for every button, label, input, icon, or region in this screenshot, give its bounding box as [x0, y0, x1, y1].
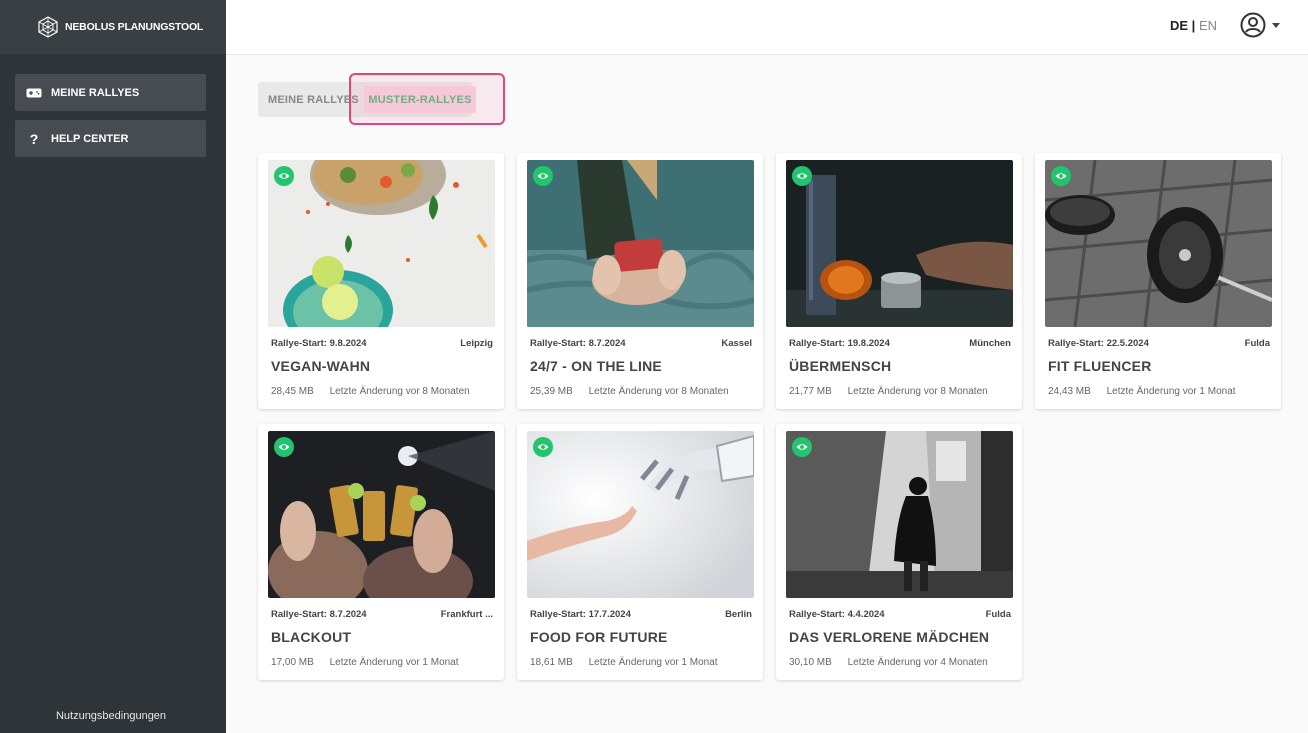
rallye-card-blackout[interactable]: Rallye-Start: 8.7.2024 Frankfurt ... BLA…	[258, 424, 504, 680]
card-image	[268, 431, 495, 598]
card-start-date: Rallye-Start: 8.7.2024	[271, 609, 367, 620]
card-start-date: Rallye-Start: 4.4.2024	[789, 609, 885, 620]
card-info: 25,39 MB Letzte Änderung vor 8 Monaten	[530, 386, 729, 397]
card-size: 18,61 MB	[530, 657, 573, 668]
card-start-date: Rallye-Start: 19.8.2024	[789, 338, 890, 349]
card-info: 24,43 MB Letzte Änderung vor 1 Monat	[1048, 386, 1236, 397]
card-info: 28,45 MB Letzte Änderung vor 8 Monaten	[271, 386, 470, 397]
brand-name: NEBOLUS PLANUNGSTOOL	[65, 21, 204, 33]
card-meta: Rallye-Start: 9.8.2024 Leipzig	[271, 338, 493, 349]
card-start-date: Rallye-Start: 8.7.2024	[530, 338, 626, 349]
rallye-card-fit-fluencer[interactable]: Rallye-Start: 22.5.2024 Fulda FIT FLUENC…	[1035, 153, 1281, 409]
rallye-card-uebermensch[interactable]: Rallye-Start: 19.8.2024 München ÜBERMENS…	[776, 153, 1022, 409]
user-menu[interactable]	[1240, 12, 1280, 38]
rallye-card-24-7-on-the-line[interactable]: Rallye-Start: 8.7.2024 Kassel 24/7 - ON …	[517, 153, 763, 409]
sidebar-item-label: HELP CENTER	[51, 132, 129, 145]
card-info: 30,10 MB Letzte Änderung vor 4 Monaten	[789, 657, 988, 668]
chevron-down-icon	[1272, 22, 1280, 28]
card-title: ÜBERMENSCH	[789, 358, 892, 374]
card-info: 18,61 MB Letzte Änderung vor 1 Monat	[530, 657, 718, 668]
card-start-date: Rallye-Start: 9.8.2024	[271, 338, 367, 349]
card-size: 25,39 MB	[530, 386, 573, 397]
card-last-changed: Letzte Änderung vor 4 Monaten	[847, 657, 988, 668]
card-title: FOOD FOR FUTURE	[530, 629, 668, 645]
card-meta: Rallye-Start: 17.7.2024 Berlin	[530, 609, 752, 620]
sidebar-item-meine-rallyes[interactable]: MEINE RALLYES	[15, 74, 206, 111]
card-image	[1045, 160, 1272, 327]
language-switch: DE | EN	[1170, 18, 1217, 33]
card-title: BLACKOUT	[271, 629, 352, 645]
lang-de-link[interactable]: DE	[1170, 18, 1188, 33]
card-info: 21,77 MB Letzte Änderung vor 8 Monaten	[789, 386, 988, 397]
card-last-changed: Letzte Änderung vor 8 Monaten	[588, 386, 729, 397]
lang-en-link[interactable]: EN	[1199, 18, 1217, 33]
topbar: DE | EN	[226, 0, 1308, 55]
brand[interactable]: NEBOLUS PLANUNGSTOOL	[0, 0, 226, 54]
card-city: Kassel	[721, 338, 752, 349]
card-title: DAS VERLORENE MÄDCHEN	[789, 629, 990, 645]
user-avatar-icon	[1240, 12, 1266, 38]
card-size: 17,00 MB	[271, 657, 314, 668]
card-size: 24,43 MB	[1048, 386, 1091, 397]
card-start-date: Rallye-Start: 22.5.2024	[1048, 338, 1149, 349]
card-city: Frankfurt ...	[440, 609, 493, 620]
card-image	[527, 431, 754, 598]
sidebar-item-help-center[interactable]: ? HELP CENTER	[15, 120, 206, 157]
eye-icon	[792, 437, 812, 457]
card-image	[527, 160, 754, 327]
eye-icon	[1051, 166, 1071, 186]
sidebar-item-label: MEINE RALLYES	[51, 86, 140, 99]
card-image	[786, 431, 1013, 598]
card-last-changed: Letzte Änderung vor 1 Monat	[588, 657, 718, 668]
sidebar-nav: MEINE RALLYES ? HELP CENTER	[15, 74, 206, 166]
card-start-date: Rallye-Start: 17.7.2024	[530, 609, 631, 620]
sidebar: NEBOLUS PLANUNGSTOOL MEINE RALLYES ? HEL…	[0, 0, 226, 733]
card-image	[268, 160, 495, 327]
card-size: 21,77 MB	[789, 386, 832, 397]
card-city: Fulda	[985, 609, 1011, 620]
rallye-tabs: MEINE RALLYES MUSTER-RALLYES	[258, 82, 476, 117]
card-title: VEGAN-WAHN	[271, 358, 371, 374]
card-city: Leipzig	[460, 338, 493, 349]
rallye-card-das-verlorene-maedchen[interactable]: Rallye-Start: 4.4.2024 Fulda DAS VERLORE…	[776, 424, 1022, 680]
gamepad-icon	[26, 88, 42, 98]
card-meta: Rallye-Start: 22.5.2024 Fulda	[1048, 338, 1270, 349]
card-size: 30,10 MB	[789, 657, 832, 668]
card-last-changed: Letzte Änderung vor 8 Monaten	[847, 386, 988, 397]
card-city: Berlin	[725, 609, 752, 620]
card-city: Fulda	[1244, 338, 1270, 349]
eye-icon	[792, 166, 812, 186]
tab-meine-rallyes[interactable]: MEINE RALLYES	[268, 94, 359, 106]
eye-icon	[274, 166, 294, 186]
card-city: München	[969, 338, 1011, 349]
eye-icon	[533, 437, 553, 457]
rallye-card-vegan-wahn[interactable]: Rallye-Start: 9.8.2024 Leipzig VEGAN-WAH…	[258, 153, 504, 409]
question-icon: ?	[29, 130, 39, 147]
lang-separator: |	[1191, 18, 1196, 33]
card-meta: Rallye-Start: 19.8.2024 München	[789, 338, 1011, 349]
card-image	[786, 160, 1013, 327]
terms-link[interactable]: Nutzungsbedingungen	[0, 710, 222, 722]
card-title: 24/7 - ON THE LINE	[530, 358, 662, 374]
eye-icon	[274, 437, 294, 457]
card-last-changed: Letzte Änderung vor 8 Monaten	[329, 386, 470, 397]
card-last-changed: Letzte Änderung vor 1 Monat	[1106, 386, 1236, 397]
card-title: FIT FLUENCER	[1048, 358, 1152, 374]
card-meta: Rallye-Start: 4.4.2024 Fulda	[789, 609, 1011, 620]
card-size: 28,45 MB	[271, 386, 314, 397]
rallye-card-food-for-future[interactable]: Rallye-Start: 17.7.2024 Berlin FOOD FOR …	[517, 424, 763, 680]
card-info: 17,00 MB Letzte Änderung vor 1 Monat	[271, 657, 459, 668]
card-meta: Rallye-Start: 8.7.2024 Kassel	[530, 338, 752, 349]
card-meta: Rallye-Start: 8.7.2024 Frankfurt ...	[271, 609, 493, 620]
card-last-changed: Letzte Änderung vor 1 Monat	[329, 657, 459, 668]
logo-icon	[38, 16, 58, 38]
eye-icon	[533, 166, 553, 186]
tab-muster-rallyes[interactable]: MUSTER-RALLYES	[364, 86, 476, 113]
